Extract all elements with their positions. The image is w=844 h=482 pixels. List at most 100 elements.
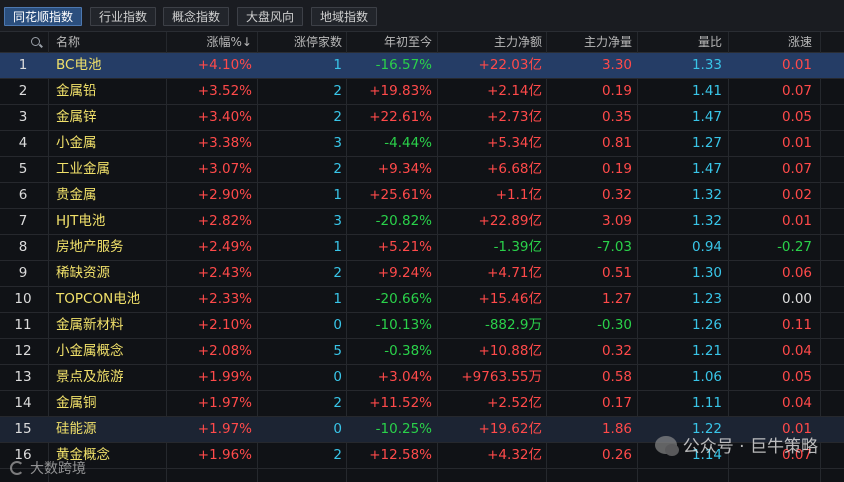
row-speed: -0.27 <box>777 239 812 255</box>
table-row[interactable]: 12 小金属概念 +2.08% 5 -0.38% +10.88亿 0.32 1.21 0.04 <box>0 339 844 365</box>
row-ytd: -20.66% <box>375 291 432 307</box>
col-main-net[interactable]: 主力净额 <box>442 32 542 52</box>
index-table: 1 BC电池 +4.10% 1 -16.57% +22.03亿 3.30 1.33 0.01 2 金… <box>0 53 844 469</box>
row-ytd: +9.24% <box>377 265 432 281</box>
row-main-net: +2.14亿 <box>487 83 542 99</box>
row-volume-ratio: 1.06 <box>691 369 722 385</box>
tab-market-trend[interactable]: 大盘风向 <box>237 7 304 26</box>
row-index: 2 <box>18 83 28 99</box>
row-index: 12 <box>14 343 32 359</box>
row-main-strength: 0.19 <box>601 161 632 177</box>
table-row[interactable]: 2 金属铅 +3.52% 2 +19.83% +2.14亿 0.19 1.41 0.07 <box>0 79 844 105</box>
row-change-pct: +2.10% <box>197 317 252 333</box>
row-ytd: +25.61% <box>369 187 432 203</box>
row-name: 工业金属 <box>56 161 110 177</box>
row-ytd: +3.04% <box>377 369 432 385</box>
table-row[interactable]: 14 金属铜 +1.97% 2 +11.52% +2.52亿 0.17 1.11 0.04 <box>0 391 844 417</box>
row-main-net: +9763.55万 <box>461 369 542 385</box>
row-volume-ratio: 1.47 <box>691 161 722 177</box>
row-main-net: +2.73亿 <box>487 109 542 125</box>
table-row[interactable]: 9 稀缺资源 +2.43% 2 +9.24% +4.71亿 0.51 1.30 0.06 <box>0 261 844 287</box>
watermark-text: 公众号 · 巨牛策略 <box>682 437 818 457</box>
row-main-net: +4.32亿 <box>487 447 542 463</box>
row-name: BC电池 <box>56 57 102 73</box>
row-change-pct: +3.52% <box>197 83 252 99</box>
table-row[interactable]: 5 工业金属 +3.07% 2 +9.34% +6.68亿 0.19 1.47 0.07 <box>0 157 844 183</box>
row-change-pct: +2.82% <box>197 213 252 229</box>
row-volume-ratio: 0.94 <box>691 239 722 255</box>
row-change-pct: +1.97% <box>197 421 252 437</box>
row-volume-ratio: 1.27 <box>691 135 722 151</box>
row-speed: 0.07 <box>781 83 812 99</box>
table-row[interactable]: 13 景点及旅游 +1.99% 0 +3.04% +9763.55万 0.58 1.06 0.0… <box>0 365 844 391</box>
row-volume-ratio: 1.30 <box>691 265 722 281</box>
col-main-strength[interactable]: 主力净量 <box>550 32 632 52</box>
table-row[interactable]: 4 小金属 +3.38% 3 -4.44% +5.34亿 0.81 1.27 0.01 <box>0 131 844 157</box>
row-speed: 0.11 <box>781 317 812 333</box>
row-name: 小金属概念 <box>56 343 124 359</box>
row-limit-up-count: 2 <box>333 109 342 125</box>
row-main-net: +5.34亿 <box>487 135 542 151</box>
row-limit-up-count: 1 <box>333 187 342 203</box>
tab-ths-index[interactable]: 同花顺指数 <box>4 7 83 26</box>
row-name: 金属新材料 <box>56 317 124 333</box>
row-limit-up-count: 1 <box>333 239 342 255</box>
row-main-strength: 3.30 <box>601 57 632 73</box>
row-ytd: +11.52% <box>369 395 432 411</box>
col-ytd[interactable]: 年初至今 <box>350 32 432 52</box>
col-name[interactable]: 名称 <box>56 32 80 52</box>
col-speed[interactable]: 涨速 <box>730 32 812 52</box>
row-limit-up-count: 3 <box>333 213 342 229</box>
row-index: 15 <box>14 421 32 437</box>
row-volume-ratio: 1.32 <box>691 213 722 229</box>
row-ytd: +9.34% <box>377 161 432 177</box>
row-limit-up-count: 0 <box>333 317 342 333</box>
row-speed: 0.01 <box>781 57 812 73</box>
row-volume-ratio: 1.26 <box>691 317 722 333</box>
row-change-pct: +4.10% <box>197 57 252 73</box>
table-row[interactable]: 11 金属新材料 +2.10% 0 -10.13% -882.9万 -0.30 1.26 0.1… <box>0 313 844 339</box>
table-row[interactable]: 3 金属锌 +3.40% 2 +22.61% +2.73亿 0.35 1.47 0.05 <box>0 105 844 131</box>
tab-concept-index[interactable]: 概念指数 <box>163 7 230 26</box>
row-main-net: -882.9万 <box>484 317 542 333</box>
row-limit-up-count: 5 <box>333 343 342 359</box>
table-row[interactable]: 6 贵金属 +2.90% 1 +25.61% +1.1亿 0.32 1.32 0.02 <box>0 183 844 209</box>
search-icon[interactable] <box>31 37 40 46</box>
row-change-pct: +2.43% <box>197 265 252 281</box>
row-ytd: +19.83% <box>369 83 432 99</box>
row-volume-ratio: 1.23 <box>691 291 722 307</box>
col-volume-ratio[interactable]: 量比 <box>640 32 722 52</box>
row-name: 金属铜 <box>56 395 97 411</box>
row-index: 1 <box>18 57 28 73</box>
tab-industry-index[interactable]: 行业指数 <box>90 7 157 26</box>
row-volume-ratio: 1.33 <box>691 57 722 73</box>
table-row[interactable]: 8 房地产服务 +2.49% 1 +5.21% -1.39亿 -7.03 0.94 -0.27 <box>0 235 844 261</box>
row-volume-ratio: 1.21 <box>691 343 722 359</box>
logo-icon <box>10 461 24 475</box>
table-row[interactable]: 10 TOPCON电池 +2.33% 1 -20.66% +15.46亿 1.27 1.23 0… <box>0 287 844 313</box>
row-index: 14 <box>14 395 32 411</box>
row-limit-up-count: 2 <box>333 161 342 177</box>
row-change-pct: +2.49% <box>197 239 252 255</box>
row-main-strength: -0.30 <box>597 317 632 333</box>
row-volume-ratio: 1.41 <box>691 83 722 99</box>
col-limit-up-count[interactable]: 涨停家数 <box>262 32 342 52</box>
row-change-pct: +1.96% <box>197 447 252 463</box>
table-row[interactable]: 7 HJT电池 +2.82% 3 -20.82% +22.89亿 3.09 1.32 0.01 <box>0 209 844 235</box>
table-row[interactable]: 1 BC电池 +4.10% 1 -16.57% +22.03亿 3.30 1.33 0.01 <box>0 53 844 79</box>
row-index: 3 <box>18 109 28 125</box>
row-limit-up-count: 1 <box>333 57 342 73</box>
row-name: 金属锌 <box>56 109 97 125</box>
col-change-pct[interactable]: 涨幅%↓ <box>170 32 252 52</box>
wechat-icon <box>654 435 679 456</box>
row-speed: 0.07 <box>781 161 812 177</box>
watermark-logo-text: 大数跨境 <box>30 461 86 477</box>
row-index: 4 <box>18 135 28 151</box>
row-volume-ratio: 1.32 <box>691 187 722 203</box>
tab-region-index[interactable]: 地域指数 <box>311 7 378 26</box>
row-main-net: +15.46亿 <box>478 291 542 307</box>
row-ytd: +12.58% <box>369 447 432 463</box>
row-name: TOPCON电池 <box>56 291 141 307</box>
watermark: 公众号 · 巨牛策略 <box>654 432 818 457</box>
row-speed: 0.04 <box>781 395 812 411</box>
